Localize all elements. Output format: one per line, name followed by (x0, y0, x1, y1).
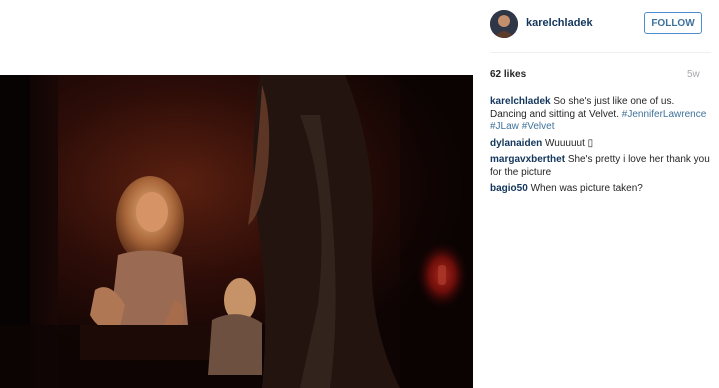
hashtag-link[interactable]: #Velvet (522, 121, 555, 132)
post-sidebar: karelchladek FOLLOW 62 likes 5w karelchl… (473, 0, 719, 388)
avatar[interactable] (490, 10, 518, 38)
post-photo[interactable] (0, 75, 473, 388)
comment-item: bagio50 When was picture taken? (490, 183, 711, 196)
comment-username[interactable]: margavxberthet (490, 154, 565, 165)
comment-text: Wuuuuut ▯ (545, 137, 594, 149)
comment-item: margavxberthet She's pretty i love her t… (490, 154, 711, 179)
divider (490, 52, 711, 53)
avatar-image (490, 10, 518, 38)
post-age[interactable]: 5w (687, 69, 700, 80)
comment-username[interactable]: dylanaiden (490, 138, 542, 149)
post-image (0, 75, 473, 388)
comment-username[interactable]: bagio50 (490, 183, 528, 194)
hashtag-link[interactable]: #JLaw (490, 121, 519, 132)
comment-list: karelchladek So she's just like one of u… (490, 96, 711, 200)
post-header: karelchladek FOLLOW (490, 10, 711, 40)
likes-count[interactable]: 62 likes (490, 69, 526, 80)
comment-text: When was picture taken? (530, 183, 643, 194)
hashtag-link[interactable]: #JenniferLawrence (622, 109, 707, 120)
author-username[interactable]: karelchladek (526, 17, 593, 29)
follow-button[interactable]: FOLLOW (644, 12, 702, 34)
comment-item: dylanaiden Wuuuuut ▯ (490, 138, 711, 151)
caption: karelchladek So she's just like one of u… (490, 96, 711, 134)
caption-username[interactable]: karelchladek (490, 96, 551, 107)
